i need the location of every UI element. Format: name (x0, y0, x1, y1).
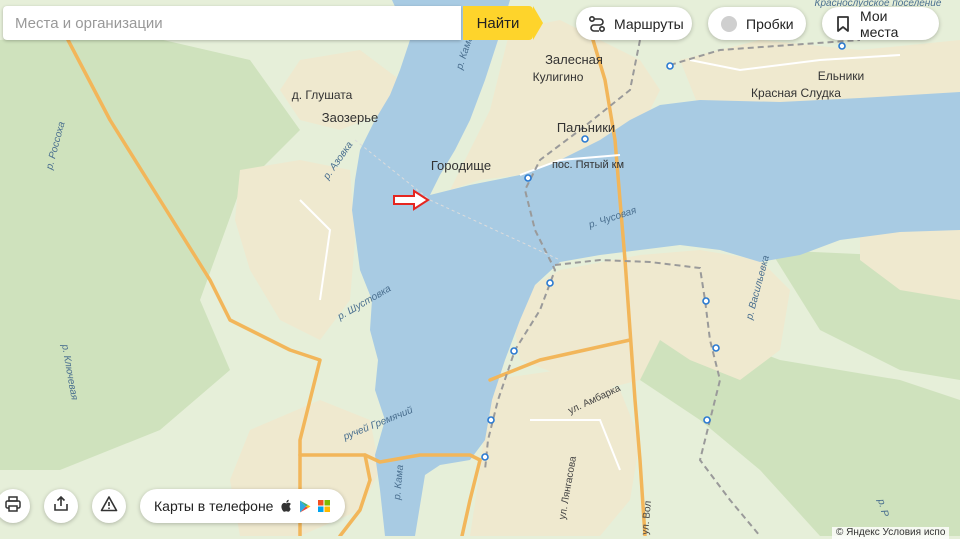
label-glushata: д. Глушата (292, 88, 353, 102)
my-places-label: Мои места (860, 7, 899, 40)
routes-label: Маршруты (614, 15, 684, 32)
search-input[interactable] (3, 6, 461, 40)
traffic-button[interactable]: Пробки (708, 7, 806, 40)
search-button-arrow (533, 6, 543, 40)
traffic-label: Пробки (746, 15, 794, 32)
traffic-icon (720, 15, 738, 33)
label-krasnaya-sludka: Красная Слудка (751, 86, 841, 100)
mobile-promo-label: Карты в телефоне (154, 498, 274, 514)
routes-button[interactable]: Маршруты (576, 7, 692, 40)
label-palniki: Пальники (557, 120, 615, 135)
search-bar: Найти (3, 6, 543, 40)
bookmark-icon (834, 15, 852, 33)
warning-icon (100, 495, 118, 518)
report-error-button[interactable] (92, 489, 126, 523)
route-icon (588, 15, 606, 33)
my-places-button[interactable]: Мои места (822, 7, 939, 40)
printer-icon (4, 495, 22, 518)
label-gorodishche: Городище (431, 158, 491, 173)
label-zaozerye: Заозерье (322, 110, 378, 125)
mobile-app-promo[interactable]: Карты в телефоне (140, 489, 345, 523)
copyright-notice[interactable]: © Яндекс Условия испо (832, 527, 950, 539)
label-pyaty-km: пос. Пятый км (552, 159, 624, 171)
share-icon (52, 495, 70, 518)
map-canvas[interactable]: Залесная Кулигино д. Глушата Заозерье Па… (0, 0, 960, 536)
windows-store-icon (318, 500, 331, 512)
apple-icon (280, 499, 292, 513)
search-button[interactable]: Найти (463, 6, 533, 40)
label-elniki: Ельники (818, 69, 865, 83)
google-play-icon (299, 500, 311, 513)
share-button[interactable] (44, 489, 78, 523)
label-zalesnaya: Залесная (545, 52, 603, 67)
label-kuligino: Кулигино (533, 70, 584, 84)
